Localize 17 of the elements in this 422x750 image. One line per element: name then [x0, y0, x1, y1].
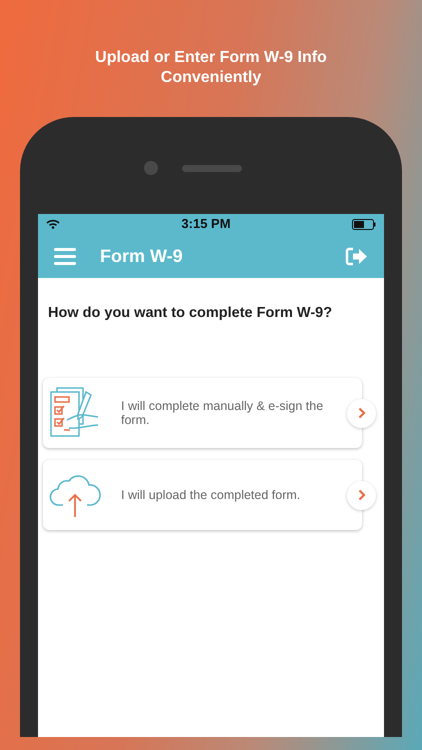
status-time: 3:15 PM [181, 215, 231, 234]
headline: Upload or Enter Form W-9 Info Conveniently [94, 48, 328, 88]
option-label: I will upload the completed form. [121, 488, 302, 502]
battery-icon [352, 218, 376, 230]
chevron-right-icon [358, 407, 366, 420]
option-card[interactable]: I will complete manually & e-sign the form. [43, 378, 362, 448]
form-signing-icon [49, 386, 101, 440]
camera-icon [144, 161, 158, 175]
wifi-icon [46, 219, 60, 229]
chevron-right-icon [358, 489, 366, 502]
screen-title: Form W-9 [100, 244, 184, 268]
option-card[interactable]: I will upload the completed form. [43, 460, 362, 530]
menu-icon[interactable] [54, 248, 76, 264]
question-heading: How do you want to complete Form W-9? [47, 304, 334, 323]
logout-icon[interactable] [345, 246, 368, 266]
option-label: I will complete manually & e-sign the form. [121, 398, 324, 427]
speaker-icon [182, 165, 242, 172]
